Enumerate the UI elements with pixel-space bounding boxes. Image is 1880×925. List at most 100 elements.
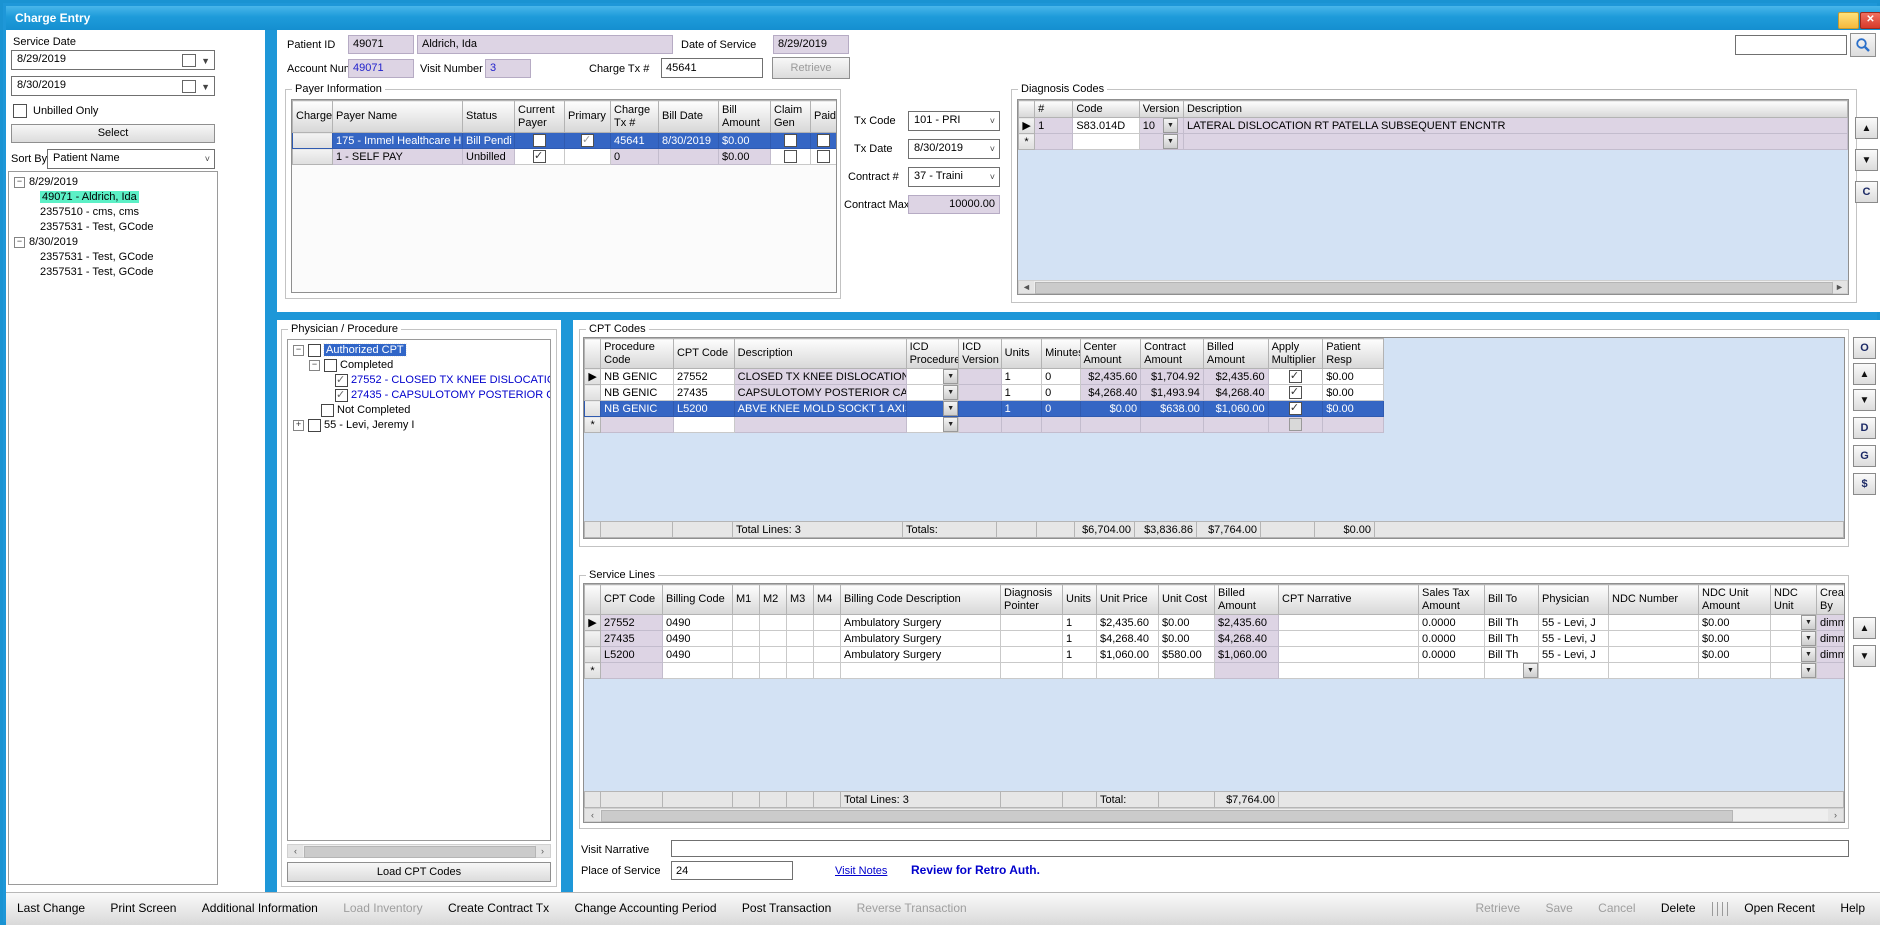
dropdown-icon[interactable]: ▼ [1523, 663, 1538, 678]
tree-node-patient[interactable]: 2357531 - Test, GCode [12, 250, 217, 265]
cpt-move-up-button[interactable]: ▲ [1853, 363, 1876, 385]
tree-node-patient[interactable]: 2357510 - cms, cms [12, 205, 217, 220]
visit-narrative-input[interactable] [671, 840, 1849, 857]
tree-node-patient[interactable]: 49071 - Aldrich, Ida [12, 190, 217, 205]
table-row[interactable]: 27435 0490 Ambulatory Surgery 1 $4,268.4… [585, 631, 1846, 647]
primary-checkbox[interactable] [581, 134, 594, 147]
post-transaction-button[interactable]: Post Transaction [731, 893, 842, 924]
collapse-icon[interactable]: − [14, 177, 25, 188]
select-button[interactable]: Select [11, 124, 215, 143]
scroll-right-icon[interactable]: › [1828, 809, 1843, 821]
collapse-icon[interactable]: − [309, 360, 320, 371]
dropdown-icon[interactable]: ▼ [943, 385, 958, 400]
collapse-icon[interactable]: − [293, 345, 304, 356]
tree-node-patient[interactable]: 2357531 - Test, GCode [12, 265, 217, 280]
tree-node-authorized-cpt[interactable]: −Authorized CPT [291, 343, 550, 358]
search-button[interactable] [1850, 33, 1876, 57]
expand-icon[interactable]: + [293, 420, 304, 431]
minimize-button[interactable] [1838, 12, 1859, 29]
current-payer-checkbox[interactable] [533, 150, 546, 163]
table-row[interactable]: NB GENIC L5200 ABVE KNEE MOLD SOCKT 1 AX… [585, 401, 1384, 417]
service-date-to-picker[interactable]: 8/30/2019 ▼ [11, 76, 215, 96]
service-hscrollbar[interactable]: ‹ › [584, 808, 1844, 822]
claim-gen-checkbox[interactable] [784, 134, 797, 147]
tree-node-completed[interactable]: −Completed [291, 358, 550, 373]
table-row[interactable]: 1 - SELF PAY Unbilled 0 $0.00 [293, 149, 837, 165]
procedure-hscrollbar[interactable]: ‹ › [287, 844, 551, 858]
cpt-g-button[interactable]: G [1853, 445, 1876, 467]
apply-multiplier-checkbox[interactable] [1289, 402, 1302, 415]
table-row-new[interactable]: * ▼ ▼ [585, 663, 1846, 679]
checkbox[interactable] [324, 359, 337, 372]
tree-node-physician[interactable]: +55 - Levi, Jeremy I [291, 418, 550, 433]
table-row-new[interactable]: * ▼ [585, 417, 1384, 433]
print-screen-button[interactable]: Print Screen [99, 893, 187, 924]
table-row-new[interactable]: * [1019, 134, 1848, 150]
claim-gen-checkbox[interactable] [784, 150, 797, 163]
tx-code-select[interactable]: 101 - PRI˅ [908, 111, 1000, 131]
diagnosis-c-button[interactable]: C [1855, 181, 1878, 203]
load-cpt-codes-button[interactable]: Load CPT Codes [287, 862, 551, 882]
cpt-dollar-button[interactable]: $ [1853, 473, 1876, 495]
service-date-from-picker[interactable]: 8/29/2019 ▼ [11, 50, 215, 70]
dropdown-icon[interactable]: ▼ [1801, 615, 1816, 630]
dropdown-icon[interactable]: ▼ [943, 369, 958, 384]
place-of-service-input[interactable] [671, 861, 793, 880]
retrieve-button[interactable]: Retrieve [772, 57, 850, 79]
tree-node-date[interactable]: −8/30/2019 [12, 235, 217, 250]
apply-multiplier-checkbox[interactable] [1289, 386, 1302, 399]
open-recent-button[interactable]: Open Recent [1733, 893, 1826, 924]
dropdown-icon[interactable]: ▼ [1801, 663, 1816, 678]
paid-checkbox[interactable] [817, 150, 830, 163]
delete-button[interactable]: Delete [1650, 893, 1707, 924]
scroll-left-icon[interactable]: ‹ [585, 809, 600, 821]
scroll-left-icon[interactable]: ◄ [1019, 281, 1034, 293]
dropdown-icon[interactable]: ▼ [1801, 631, 1816, 646]
collapse-icon[interactable]: − [14, 237, 25, 248]
visit-notes-link[interactable]: Visit Notes [835, 865, 887, 878]
dropdown-icon[interactable]: ▼ [943, 401, 958, 416]
checkbox[interactable] [335, 374, 348, 387]
table-row[interactable]: ▶ NB GENIC 27552 CLOSED TX KNEE DISLOCAT… [585, 369, 1384, 385]
close-button[interactable]: ✕ [1860, 12, 1880, 29]
tree-node-cpt[interactable]: 27435 - CAPSULOTOMY POSTERIOR CAP [291, 388, 550, 403]
current-payer-checkbox[interactable] [533, 134, 546, 147]
paid-checkbox[interactable] [817, 134, 830, 147]
sort-by-select[interactable]: Patient Name ˅ [47, 149, 215, 169]
dropdown-icon[interactable]: ▼ [1801, 647, 1816, 662]
code-dropdown-icon[interactable]: ▼ [1163, 118, 1178, 133]
tx-date-select[interactable]: 8/30/2019˅ [908, 139, 1000, 159]
diagnosis-move-up-button[interactable]: ▲ [1855, 117, 1878, 139]
scroll-right-icon[interactable]: › [535, 845, 550, 857]
scroll-right-icon[interactable]: ► [1832, 281, 1847, 293]
apply-multiplier-checkbox[interactable] [1289, 370, 1302, 383]
cpt-move-down-button[interactable]: ▼ [1853, 389, 1876, 411]
table-row[interactable]: 175 - Immel Healthcare H Bill Pendi 4564… [293, 133, 837, 149]
table-row[interactable]: ▶ 1 S83.014D 10 LATERAL DISLOCATION RT P… [1019, 118, 1848, 134]
cpt-o-button[interactable]: O [1853, 337, 1876, 359]
create-contract-tx-button[interactable]: Create Contract Tx [437, 893, 560, 924]
service-move-down-button[interactable]: ▼ [1853, 645, 1876, 667]
checkbox[interactable] [335, 389, 348, 402]
table-row[interactable]: NB GENIC 27435 CAPSULOTOMY POSTERIOR CAP… [585, 385, 1384, 401]
additional-information-button[interactable]: Additional Information [191, 893, 329, 924]
diagnosis-hscrollbar[interactable]: ◄ ► [1018, 280, 1848, 294]
checkbox[interactable] [308, 344, 321, 357]
code-dropdown-icon[interactable]: ▼ [1163, 134, 1178, 149]
search-input[interactable] [1735, 35, 1847, 55]
checkbox[interactable] [308, 419, 321, 432]
service-move-up-button[interactable]: ▲ [1853, 617, 1876, 639]
checkbox[interactable] [321, 404, 334, 417]
scroll-left-icon[interactable]: ‹ [288, 845, 303, 857]
table-row[interactable]: ▶ 27552 0490 Ambulatory Surgery 1 $2,435… [585, 615, 1846, 631]
tree-node-patient[interactable]: 2357531 - Test, GCode [12, 220, 217, 235]
tree-node-cpt[interactable]: 27552 - CLOSED TX KNEE DISLOCATION W [291, 373, 550, 388]
dropdown-icon[interactable]: ▼ [943, 417, 958, 432]
contract-select[interactable]: 37 - Traini˅ [908, 167, 1000, 187]
tree-node-not-completed[interactable]: Not Completed [291, 403, 550, 418]
tree-node-date[interactable]: −8/29/2019 [12, 175, 217, 190]
help-button[interactable]: Help [1829, 893, 1876, 924]
unbilled-only-checkbox[interactable] [13, 104, 27, 118]
diagnosis-move-down-button[interactable]: ▼ [1855, 149, 1878, 171]
charge-tx-input[interactable] [661, 58, 763, 78]
